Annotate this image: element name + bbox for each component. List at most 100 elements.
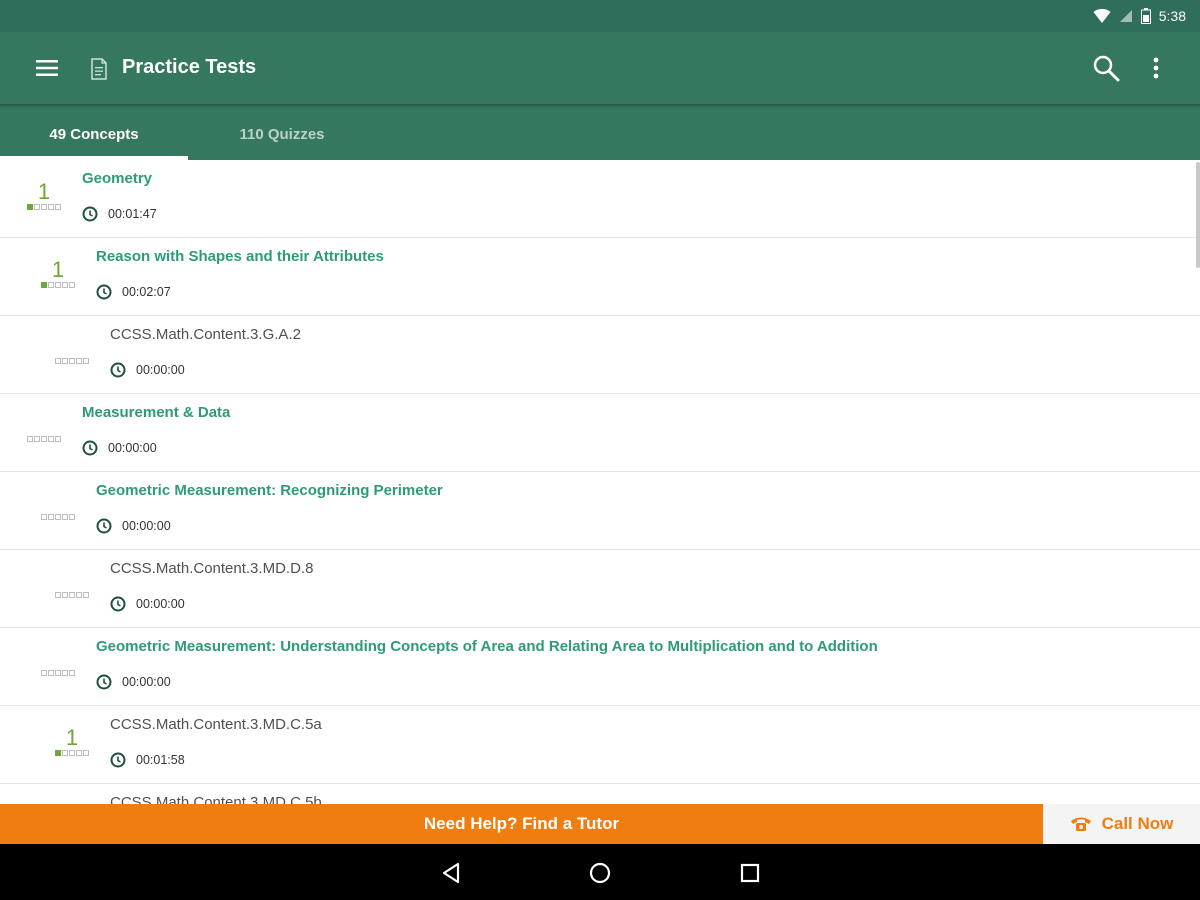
signal-icon — [1119, 10, 1132, 22]
list-item[interactable]: 1 CCSS.Math.Content.3.MD.C.5a 00:01:58 — [0, 706, 1200, 784]
progress-square — [69, 670, 75, 676]
clock-icon — [110, 752, 126, 768]
progress-square — [69, 514, 75, 520]
progress-square — [41, 282, 47, 288]
progress-square — [62, 750, 68, 756]
call-now-label: Call Now — [1101, 814, 1174, 833]
score-number: 1 — [37, 179, 51, 204]
back-icon[interactable] — [436, 858, 466, 888]
progress-square — [62, 592, 68, 598]
item-time: 00:02:07 — [96, 284, 171, 300]
call-now-button[interactable]: Call Now — [1043, 804, 1200, 844]
item-time: 00:01:47 — [82, 206, 157, 222]
progress-square — [48, 204, 54, 210]
progress-square — [62, 358, 68, 364]
progress-square — [76, 592, 82, 598]
progress-square — [27, 204, 33, 210]
list-item[interactable]: Geometric Measurement: Understanding Con… — [0, 628, 1200, 706]
battery-icon — [1140, 8, 1151, 24]
search-icon[interactable] — [1092, 54, 1120, 82]
clock-icon — [96, 284, 112, 300]
progress-square — [55, 436, 61, 442]
item-title: CCSS.Math.Content.3.MD.C.5a — [110, 716, 322, 733]
clock-icon — [96, 518, 112, 534]
list-item[interactable]: CCSS.Math.Content.3.G.A.2 00:00:00 — [0, 316, 1200, 394]
score-indicator: 1 — [52, 726, 92, 756]
overflow-menu-icon[interactable] — [1148, 56, 1164, 80]
item-time: 00:00:00 — [82, 440, 157, 456]
item-title: CCSS.Math.Content.3.MD.D.8 — [110, 560, 314, 577]
progress-squares — [52, 592, 92, 598]
tab-concepts[interactable]: 49 Concepts — [0, 108, 188, 160]
tab-bar: 49 Concepts 110 Quizzes — [0, 108, 1200, 160]
list-item[interactable]: Measurement & Data 00:00:00 — [0, 394, 1200, 472]
recents-icon[interactable] — [735, 858, 765, 888]
score-number: 1 — [51, 257, 65, 282]
progress-squares — [38, 670, 78, 676]
item-title: Geometric Measurement: Recognizing Perim… — [96, 482, 443, 499]
progress-square — [76, 358, 82, 364]
progress-square — [62, 514, 68, 520]
score-indicator — [38, 670, 78, 676]
progress-square — [55, 514, 61, 520]
progress-squares — [38, 282, 78, 288]
item-title: Geometric Measurement: Understanding Con… — [96, 638, 878, 655]
item-title: Measurement & Data — [82, 404, 231, 421]
progress-square — [34, 204, 40, 210]
item-time-value: 00:01:58 — [136, 753, 185, 767]
home-icon[interactable] — [585, 858, 615, 888]
item-time-value: 00:00:00 — [136, 363, 185, 377]
progress-square — [55, 204, 61, 210]
progress-squares — [24, 436, 64, 442]
progress-square — [55, 750, 61, 756]
item-time-value: 00:00:00 — [136, 597, 185, 611]
progress-squares — [38, 514, 78, 520]
find-tutor-button[interactable]: Need Help? Find a Tutor — [0, 804, 1043, 844]
score-indicator — [52, 358, 92, 364]
list-item[interactable]: 1 Geometry 00:01:47 — [0, 160, 1200, 238]
concept-list[interactable]: 1 Geometry 00:01:47 1 Reason with Shapes and… — [0, 160, 1200, 804]
wifi-icon — [1093, 8, 1111, 23]
tab-quizzes[interactable]: 110 Quizzes — [188, 108, 376, 160]
list-item[interactable]: 1 Reason with Shapes and their Attributes… — [0, 238, 1200, 316]
progress-square — [69, 592, 75, 598]
status-bar: 5:38 — [0, 0, 1200, 32]
score-indicator — [38, 514, 78, 520]
item-title: CCSS.Math.Content.3.MD.C.5b — [110, 794, 322, 804]
find-tutor-label: Need Help? Find a Tutor — [423, 814, 620, 833]
progress-squares — [52, 358, 92, 364]
list-item[interactable]: CCSS.Math.Content.3.MD.C.5b — [0, 784, 1200, 804]
scrollbar[interactable] — [1196, 162, 1200, 268]
progress-square — [55, 358, 61, 364]
progress-square — [48, 282, 54, 288]
progress-squares — [24, 204, 64, 210]
score-indicator: 1 — [38, 258, 78, 288]
progress-square — [55, 670, 61, 676]
menu-icon[interactable] — [35, 56, 59, 80]
status-time: 5:38 — [1158, 8, 1186, 24]
list-item[interactable]: Geometric Measurement: Recognizing Perim… — [0, 472, 1200, 550]
progress-square — [41, 204, 47, 210]
item-time-value: 00:01:47 — [108, 207, 157, 221]
progress-square — [69, 750, 75, 756]
progress-square — [55, 282, 61, 288]
document-icon — [91, 58, 107, 80]
progress-square — [48, 514, 54, 520]
progress-square — [69, 358, 75, 364]
progress-square — [62, 282, 68, 288]
progress-square — [55, 592, 61, 598]
item-time: 00:00:00 — [96, 518, 171, 534]
item-time: 00:00:00 — [110, 362, 185, 378]
item-time: 00:01:58 — [110, 752, 185, 768]
clock-icon — [82, 440, 98, 456]
score-indicator — [24, 436, 64, 442]
list-item[interactable]: CCSS.Math.Content.3.MD.D.8 00:00:00 — [0, 550, 1200, 628]
progress-square — [62, 670, 68, 676]
clock-icon — [82, 206, 98, 222]
progress-square — [41, 514, 47, 520]
progress-square — [83, 358, 89, 364]
item-time: 00:00:00 — [110, 596, 185, 612]
progress-square — [83, 750, 89, 756]
progress-square — [41, 436, 47, 442]
item-title: Reason with Shapes and their Attributes — [96, 248, 384, 265]
